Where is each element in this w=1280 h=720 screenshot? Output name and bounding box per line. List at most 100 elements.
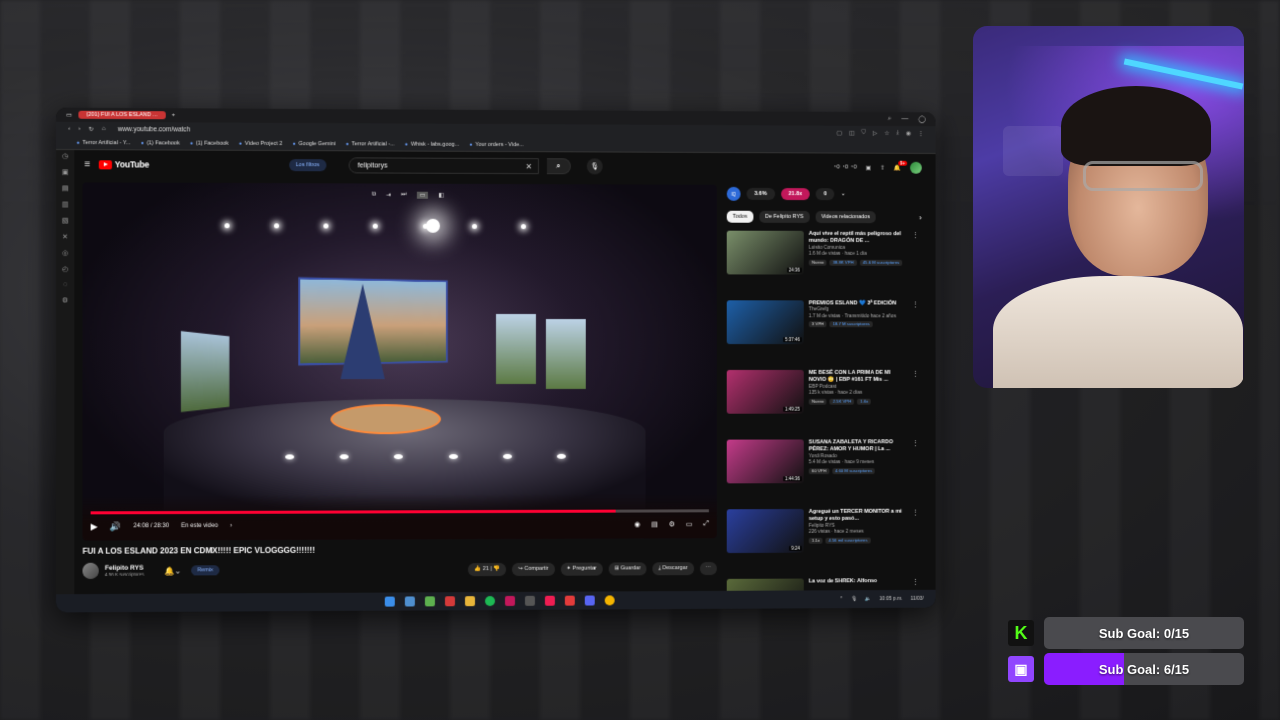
recommendation-item[interactable]: 5:37:46 PREMIOS ESLAND 💙 3ª EDICIÓN TheG… [726, 300, 934, 362]
search-input[interactable]: felipitorys ✕ [348, 157, 540, 175]
save-button[interactable]: ⊞ Guardar [608, 561, 647, 575]
clone-icon[interactable]: ⧉ [372, 192, 376, 199]
fullscreen-icon[interactable]: ⤢ [703, 520, 709, 528]
speaker-icon[interactable]: 🔈 [865, 596, 871, 602]
rec-title[interactable]: La voz de SHREK: Alfonso [809, 578, 907, 586]
chat-icon[interactable]: ▤ [62, 184, 69, 192]
upload-icon[interactable]: ⇧ [880, 164, 885, 171]
maximize-icon[interactable]: ◯ [918, 115, 926, 123]
chrome-icon[interactable] [604, 595, 615, 606]
rec-thumbnail[interactable]: 9:24 [726, 509, 804, 554]
resolution-icon[interactable]: ▭ [416, 191, 429, 199]
chevron-right-icon[interactable]: › [919, 213, 933, 222]
new-tab-icon[interactable]: + [172, 112, 176, 118]
app-icon[interactable] [404, 596, 415, 607]
video-player[interactable]: ⧉ ⇥ ⏭ ▭ ◧ ▶ � [82, 182, 717, 541]
play-extension-icon[interactable]: ▷ [873, 129, 878, 136]
tiktok-icon[interactable] [544, 595, 555, 606]
recommendation-item[interactable]: 9:24 Agregué un TERCER MONITOR a mi setu… [726, 509, 934, 571]
theater-icon[interactable]: ▭ [686, 520, 693, 528]
app-icon[interactable] [504, 595, 515, 606]
chip-related[interactable]: Videos relacionados [815, 211, 876, 224]
windows-start-icon[interactable] [384, 596, 395, 607]
url-field[interactable]: www.youtube.com/watch [118, 126, 191, 133]
recommendation-item[interactable]: 1:49:25 ME BESÉ CON LA PRIMA DE MI NOVIO… [726, 369, 934, 432]
history-icon[interactable]: ◷ [62, 152, 68, 160]
bookmark-item[interactable]: Your orders - Vide... [469, 141, 524, 147]
active-tab[interactable]: (201) FUI A LOS ESLAND ... [78, 110, 166, 120]
bookmark-item[interactable]: Terror Artificial - Y... [76, 139, 131, 146]
app-icon[interactable] [564, 595, 575, 606]
rec-thumbnail[interactable]: 1:49:25 [726, 369, 804, 414]
bookmark-item[interactable]: (1) Facebook [141, 140, 180, 146]
home-icon[interactable]: ⌂ [102, 126, 106, 132]
download-icon[interactable]: ⤓ [896, 130, 899, 137]
app-icon[interactable] [524, 595, 535, 606]
more-options-icon[interactable]: ⋮ [912, 301, 919, 362]
clock-icon[interactable]: ◴ [62, 265, 68, 273]
twitch-icon[interactable]: ▧ [62, 217, 69, 225]
share-button[interactable]: ↪ Compartir [512, 562, 555, 576]
more-options-icon[interactable]: ⋮ [912, 509, 919, 570]
settings-icon[interactable]: ⚙ [669, 520, 675, 528]
rec-title[interactable]: SUSANA ZABALETA Y RICARDO PÉREZ: AMOR Y … [809, 439, 907, 454]
rec-title[interactable]: ME BESÉ CON LA PRIMA DE MI NOVIO 😳 | EBP… [809, 370, 907, 385]
bookmark-item[interactable]: Terror Artificial -... [346, 141, 395, 147]
filters-chip[interactable]: Los filtros [288, 159, 327, 172]
miniplayer-icon[interactable]: ◧ [438, 192, 444, 199]
chip-all[interactable]: Todos [726, 210, 754, 223]
forward-icon[interactable]: › [78, 126, 80, 132]
folder-icon[interactable] [464, 596, 476, 607]
download-button[interactable]: ⤓ Descargar [652, 561, 694, 575]
more-options-icon[interactable]: ⋮ [912, 370, 919, 431]
recommendation-item[interactable]: 1:44:36 SUSANA ZABALETA Y RICARDO PÉREZ:… [726, 439, 934, 501]
skip-icon[interactable]: ⏭ [401, 192, 406, 199]
rec-thumbnail[interactable]: 24:36 [726, 230, 804, 275]
mic-icon[interactable]: 🎙 [851, 596, 857, 602]
extension-icon[interactable]: ▣ [866, 164, 872, 171]
recommendation-item[interactable]: 24:36 Aquí vive el reptil más peligroso … [726, 230, 934, 293]
chip-from-channel[interactable]: De Felipito RYS [759, 210, 810, 223]
settings-icon[interactable]: ⚙ [62, 296, 68, 304]
rec-thumbnail[interactable]: 1:44:36 [726, 439, 804, 484]
bulb-icon[interactable]: ◌ [63, 281, 67, 288]
subtitles-icon[interactable]: ▤ [651, 520, 658, 528]
more-options-icon[interactable]: ⋮ [912, 231, 919, 292]
account-avatar[interactable] [910, 161, 922, 174]
more-actions-icon[interactable]: ⋯ [699, 561, 717, 575]
more-options-icon[interactable]: ⋮ [912, 439, 919, 500]
chevron-down-icon[interactable]: ⌄ [841, 191, 846, 197]
rec-thumbnail[interactable]: 5:37:46 [726, 300, 804, 345]
chapter-label[interactable]: En este video [181, 523, 218, 529]
like-button[interactable]: 👍 21 | 👎 [468, 562, 507, 576]
volume-icon[interactable]: 🔊 [110, 521, 121, 532]
profile-icon[interactable]: ◉ [906, 130, 911, 137]
bookmark-item[interactable]: (1) Facebook [190, 140, 229, 146]
voice-search-button[interactable]: 🎙 [586, 158, 603, 175]
shield-icon[interactable]: ⛉ [861, 129, 865, 136]
note-icon[interactable]: ▥ [62, 200, 69, 208]
search-button[interactable]: ⌕ [547, 158, 571, 175]
bookmark-item[interactable]: Video Project 2 [239, 140, 283, 146]
remix-button[interactable]: Remix [191, 565, 220, 576]
bookmark-item[interactable]: Whisk - labs.goog... [405, 141, 459, 147]
hamburger-menu-icon[interactable]: ≡ [85, 159, 91, 170]
notifications-button[interactable]: 🔔 9+ [894, 160, 908, 171]
x-icon[interactable]: ✕ [62, 233, 68, 241]
reload-icon[interactable]: ↻ [89, 125, 94, 132]
app-icon[interactable] [444, 596, 455, 607]
circle-icon[interactable]: ◎ [62, 249, 68, 257]
back-icon[interactable]: ‹ [68, 126, 70, 132]
ask-button[interactable]: ✦ Preguntar [560, 562, 603, 576]
stats-extension-icon[interactable]: ◔0 ◔0 ◔0 [833, 164, 857, 170]
discord-icon[interactable] [584, 595, 595, 606]
extension-icon[interactable]: ▢ [837, 129, 843, 136]
autoplay-icon[interactable]: ◉ [634, 521, 640, 529]
rec-title[interactable]: Agregué un TERCER MONITOR a mi setup y e… [809, 509, 907, 524]
exit-icon[interactable]: ⇥ [386, 192, 391, 199]
clear-search-icon[interactable]: ✕ [525, 162, 532, 171]
spotify-icon[interactable] [485, 596, 496, 607]
wallet-icon[interactable]: ▣ [62, 168, 69, 176]
rec-title[interactable]: Aquí vive el reptil más peligroso del mu… [809, 231, 907, 246]
chapter-chevron-icon[interactable]: › [230, 523, 232, 529]
